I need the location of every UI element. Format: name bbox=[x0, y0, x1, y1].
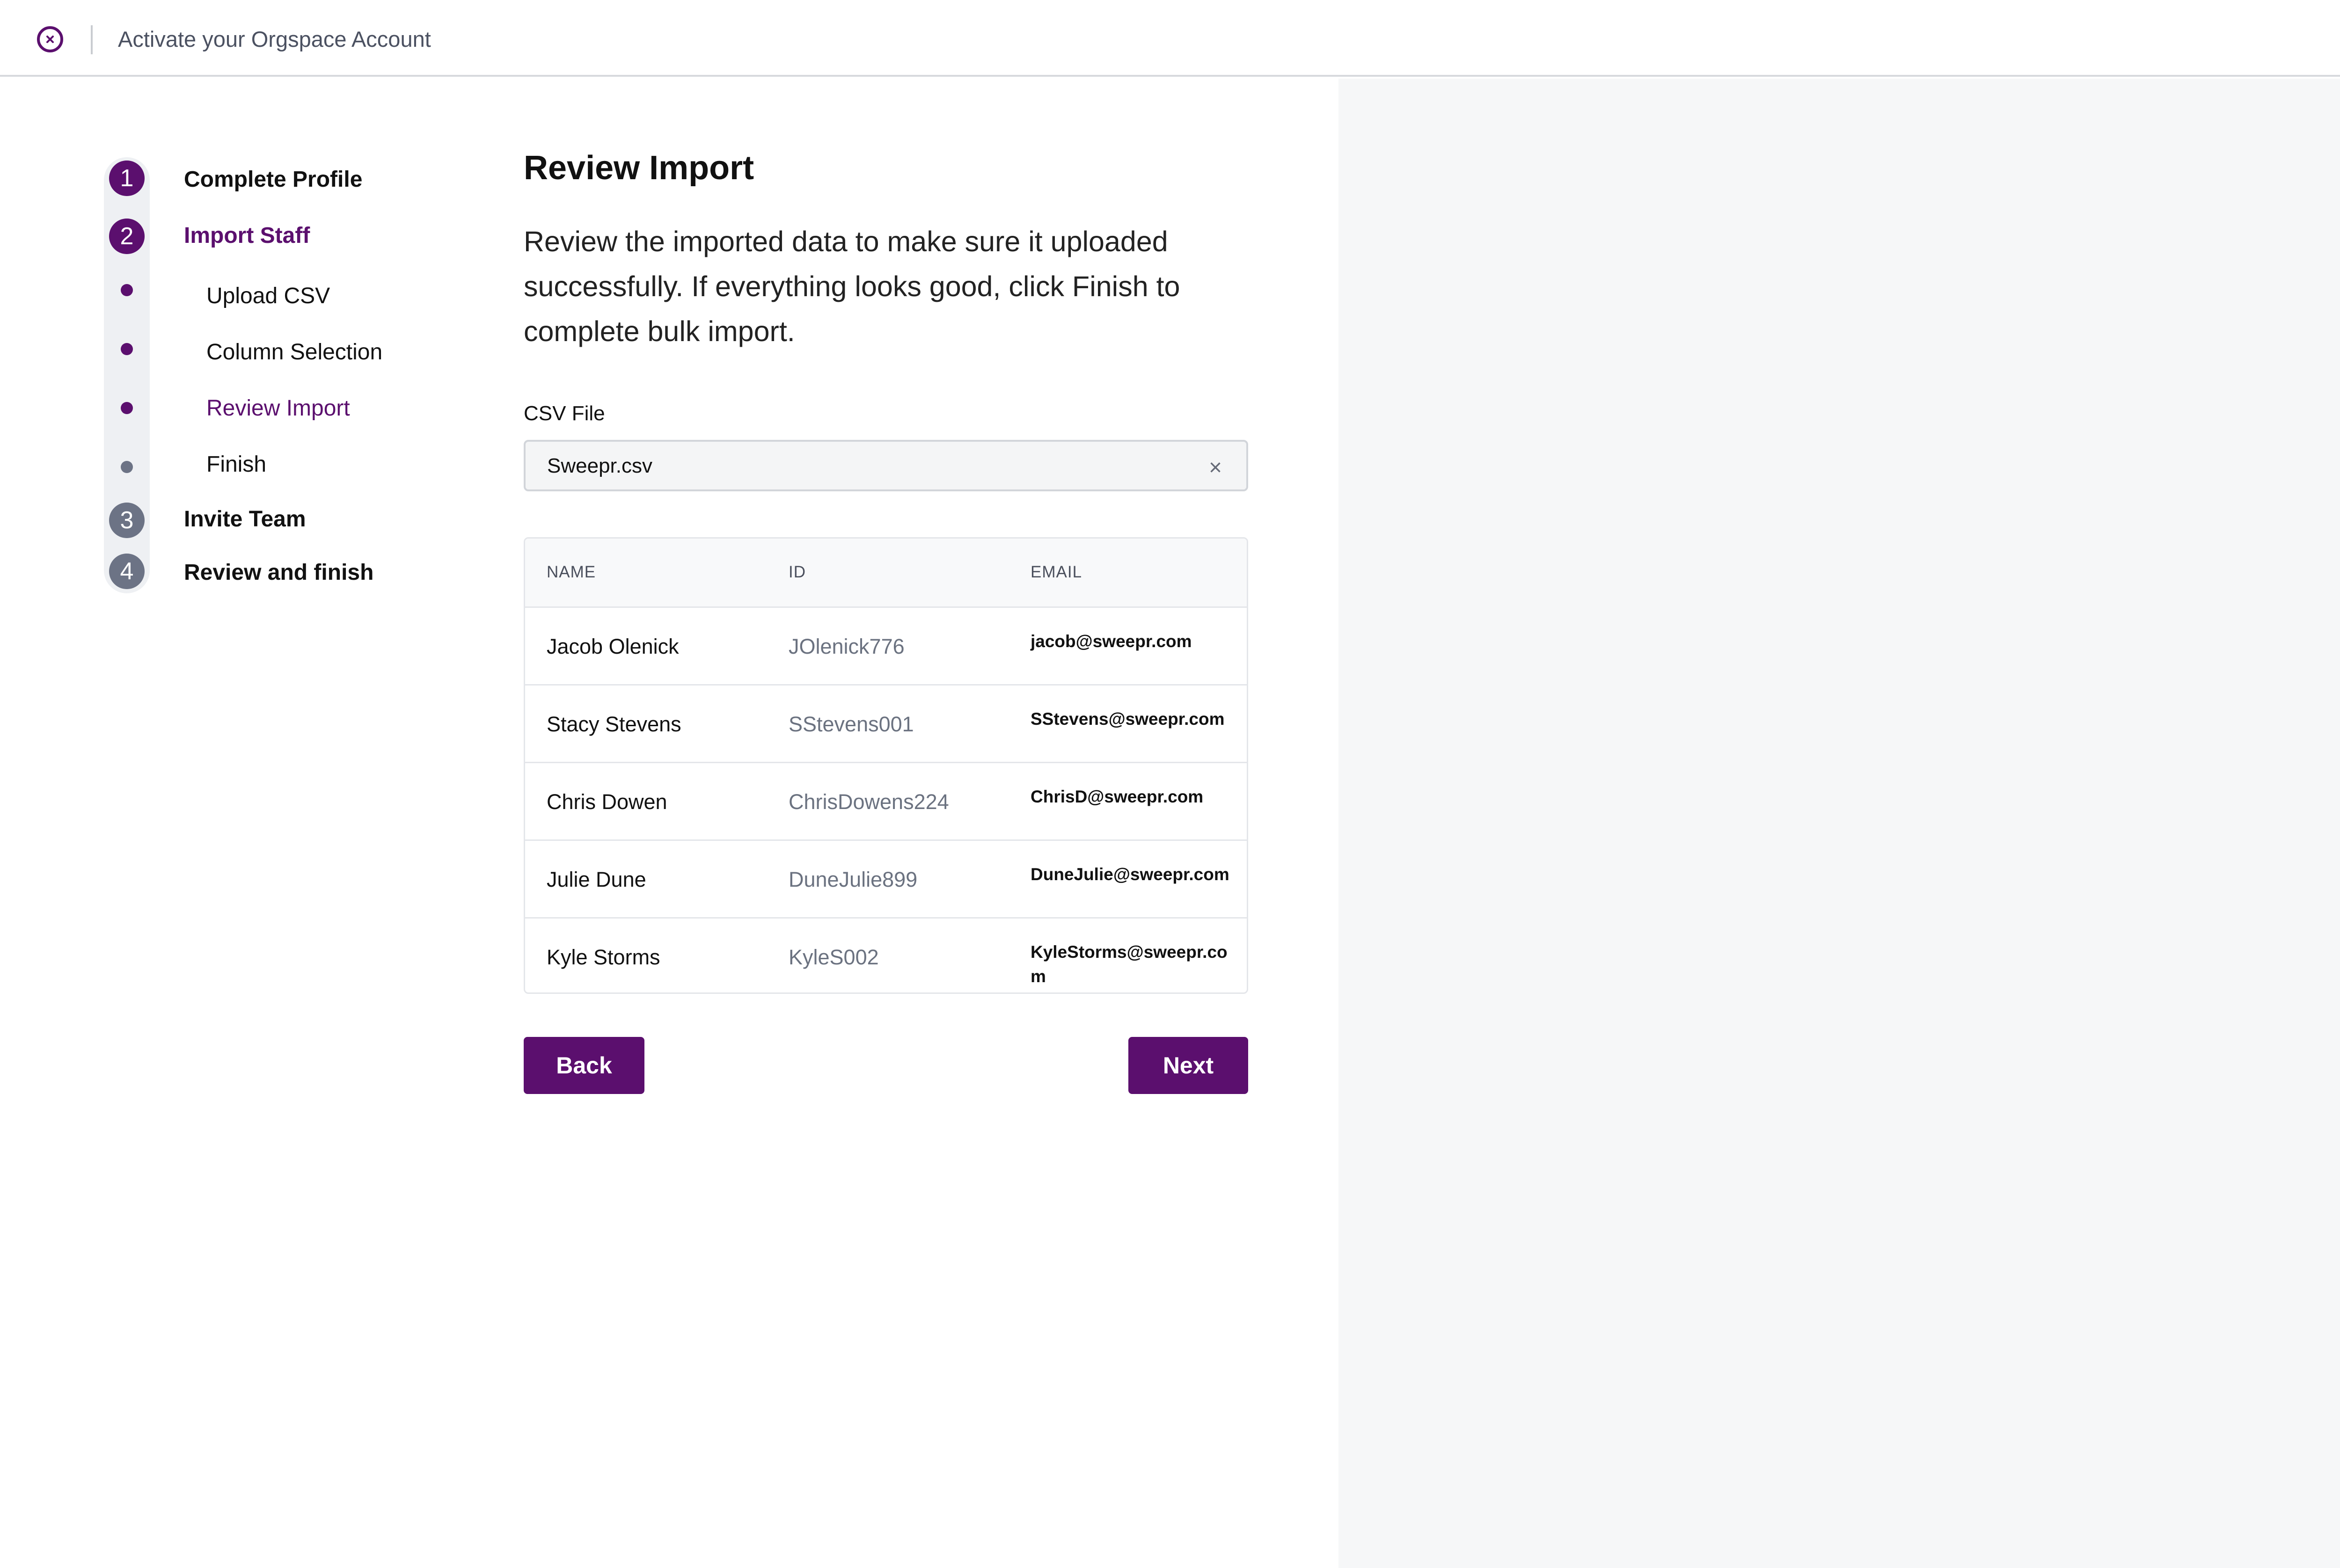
substep-column-selection[interactable]: Column Selection bbox=[206, 338, 382, 366]
csv-file-name: Sweepr.csv bbox=[547, 454, 652, 477]
cell-id: SStevens001 bbox=[789, 712, 914, 736]
page-title: Activate your Orgspace Account bbox=[118, 27, 431, 51]
close-icon[interactable] bbox=[37, 26, 63, 52]
step-1-number: 1 bbox=[109, 160, 145, 196]
cell-email: DuneJulie@sweepr.com bbox=[1031, 865, 1229, 884]
substep-dot bbox=[121, 343, 133, 355]
substep-review-import[interactable]: Review Import bbox=[206, 394, 350, 423]
cell-id: DuneJulie899 bbox=[789, 868, 918, 891]
cell-email: jacob@sweepr.com bbox=[1031, 632, 1192, 651]
step-3-number: 3 bbox=[109, 503, 145, 538]
cell-id: JOlenick776 bbox=[789, 634, 905, 658]
next-button[interactable]: Next bbox=[1128, 1037, 1248, 1094]
cell-name: Kyle Storms bbox=[547, 945, 660, 969]
cell-name: Stacy Stevens bbox=[547, 712, 681, 736]
csv-file-label: CSV File bbox=[524, 402, 605, 425]
table-row: Kyle Storms KyleS002 KyleStorms@sweepr.c… bbox=[525, 919, 1247, 992]
cell-id: ChrisDowens224 bbox=[789, 790, 949, 814]
substep-dot bbox=[121, 284, 133, 296]
header-divider bbox=[91, 25, 93, 54]
table-header: NAME ID EMAIL bbox=[525, 539, 1247, 608]
cell-name: Chris Dowen bbox=[547, 790, 667, 814]
cell-email: KyleStorms@sweepr.com bbox=[1031, 942, 1228, 986]
cell-email: SStevens@sweepr.com bbox=[1031, 709, 1225, 729]
csv-file-field[interactable]: Sweepr.csv × bbox=[524, 440, 1248, 491]
import-table: NAME ID EMAIL Jacob Olenick JOlenick776 … bbox=[524, 537, 1248, 994]
step-import-staff[interactable]: Import Staff bbox=[184, 222, 310, 250]
table-row: Chris Dowen ChrisDowens224 ChrisD@sweepr… bbox=[525, 763, 1247, 841]
top-bar: Activate your Orgspace Account bbox=[0, 0, 2340, 77]
step-complete-profile[interactable]: Complete Profile bbox=[184, 166, 362, 194]
cell-name: Julie Dune bbox=[547, 868, 646, 891]
right-panel bbox=[1338, 79, 2340, 1568]
cell-name: Jacob Olenick bbox=[547, 634, 679, 658]
cell-id: KyleS002 bbox=[789, 945, 879, 969]
back-button[interactable]: Back bbox=[524, 1037, 644, 1094]
step-2-number: 2 bbox=[109, 219, 145, 254]
step-invite-team[interactable]: Invite Team bbox=[184, 505, 306, 533]
cell-email: ChrisD@sweepr.com bbox=[1031, 787, 1204, 806]
step-review-and-finish[interactable]: Review and finish bbox=[184, 559, 373, 587]
column-header-id: ID bbox=[789, 563, 806, 581]
substep-dot bbox=[121, 402, 133, 414]
substep-upload-csv[interactable]: Upload CSV bbox=[206, 282, 330, 310]
substep-finish[interactable]: Finish bbox=[206, 451, 266, 479]
table-row: Jacob Olenick JOlenick776 jacob@sweepr.c… bbox=[525, 608, 1247, 686]
section-heading: Review Import bbox=[524, 149, 754, 187]
substep-dot bbox=[121, 461, 133, 473]
clear-file-icon[interactable]: × bbox=[1201, 454, 1229, 482]
column-header-email: EMAIL bbox=[1031, 563, 1082, 581]
step-4-number: 4 bbox=[109, 554, 145, 589]
table-row: Stacy Stevens SStevens001 SStevens@sweep… bbox=[525, 686, 1247, 763]
column-header-name: NAME bbox=[547, 563, 596, 581]
close-x-glyph bbox=[46, 36, 54, 43]
section-description: Review the imported data to make sure it… bbox=[524, 226, 1180, 347]
table-row: Julie Dune DuneJulie899 DuneJulie@sweepr… bbox=[525, 841, 1247, 919]
